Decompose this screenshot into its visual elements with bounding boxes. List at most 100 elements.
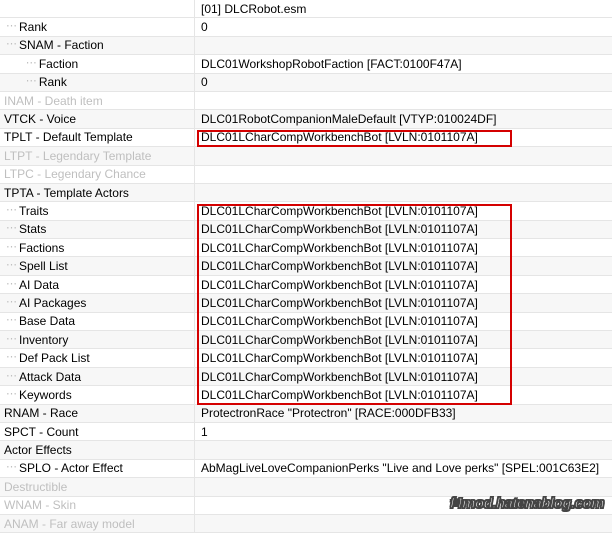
field-value-cell[interactable]: DLC01LCharCompWorkbenchBot [LVLN:0101107… — [195, 294, 612, 312]
field-label: Inventory — [19, 333, 68, 347]
field-label-cell[interactable]: ⋯Rank — [0, 18, 195, 36]
field-value-cell[interactable] — [195, 147, 612, 165]
field-label: WNAM - Skin — [4, 498, 76, 512]
field-value-cell[interactable]: DLC01LCharCompWorkbenchBot [LVLN:0101107… — [195, 276, 612, 294]
field-label-cell[interactable]: ⋯Rank — [0, 74, 195, 92]
field-label-cell[interactable]: INAM - Death item — [0, 92, 195, 110]
field-label-cell[interactable]: VTCK - Voice — [0, 110, 195, 128]
field-value-cell[interactable]: AbMagLiveLoveCompanionPerks "Live and Lo… — [195, 460, 612, 478]
field-label: Faction — [39, 57, 78, 71]
field-value: ProtectronRace "Protectron" [RACE:000DFB… — [201, 406, 456, 420]
field-label-cell[interactable]: ⋯Spell List — [0, 257, 195, 275]
header-label-cell — [0, 0, 195, 18]
field-value-cell[interactable]: 1 — [195, 423, 612, 441]
field-value-cell[interactable] — [195, 441, 612, 459]
field-label-cell[interactable]: Destructible — [0, 478, 195, 496]
plugin-name: [01] DLCRobot.esm — [201, 2, 306, 16]
field-value-cell[interactable] — [195, 478, 612, 496]
field-label: Base Data — [19, 314, 75, 328]
field-value-cell[interactable]: DLC01LCharCompWorkbenchBot [LVLN:0101107… — [195, 257, 612, 275]
field-label: Keywords — [19, 388, 72, 402]
field-value-cell[interactable]: DLC01LCharCompWorkbenchBot [LVLN:0101107… — [195, 202, 612, 220]
field-value: DLC01LCharCompWorkbenchBot [LVLN:0101107… — [201, 204, 478, 218]
field-label-cell[interactable]: TPLT - Default Template — [0, 129, 195, 147]
field-label: Actor Effects — [4, 443, 72, 457]
field-label-cell[interactable]: ⋯Def Pack List — [0, 349, 195, 367]
field-value-cell[interactable]: DLC01LCharCompWorkbenchBot [LVLN:0101107… — [195, 368, 612, 386]
field-value-cell[interactable]: DLC01LCharCompWorkbenchBot [LVLN:0101107… — [195, 349, 612, 367]
field-value-cell[interactable]: DLC01LCharCompWorkbenchBot [LVLN:0101107… — [195, 386, 612, 404]
field-value-cell[interactable]: DLC01LCharCompWorkbenchBot [LVLN:0101107… — [195, 331, 612, 349]
field-label: Traits — [19, 204, 49, 218]
field-label-cell[interactable]: ⋯SPLO - Actor Effect — [0, 460, 195, 478]
field-label: VTCK - Voice — [4, 112, 76, 126]
field-label-cell[interactable]: TPTA - Template Actors — [0, 184, 195, 202]
field-value-cell[interactable]: DLC01WorkshopRobotFaction [FACT:0100F47A… — [195, 55, 612, 73]
field-label: LTPT - Legendary Template — [4, 149, 151, 163]
field-label: Stats — [19, 222, 46, 236]
field-label-cell[interactable]: WNAM - Skin — [0, 497, 195, 515]
field-value-cell[interactable]: DLC01LCharCompWorkbenchBot [LVLN:0101107… — [195, 313, 612, 331]
field-label-cell[interactable]: ⋯Keywords — [0, 386, 195, 404]
field-value-cell[interactable]: ProtectronRace "Protectron" [RACE:000DFB… — [195, 405, 612, 423]
field-label: RNAM - Race — [4, 406, 78, 420]
field-label-cell[interactable]: ⋯Faction — [0, 55, 195, 73]
field-label-cell[interactable]: ⋯Factions — [0, 239, 195, 257]
field-label: SPCT - Count — [4, 425, 78, 439]
field-value-cell[interactable] — [195, 166, 612, 184]
field-value-cell[interactable]: 0 — [195, 74, 612, 92]
field-label-cell[interactable]: RNAM - Race — [0, 405, 195, 423]
field-label: INAM - Death item — [4, 94, 103, 108]
field-label: AI Data — [19, 278, 59, 292]
field-value: DLC01LCharCompWorkbenchBot [LVLN:0101107… — [201, 259, 478, 273]
field-value-cell[interactable]: DLC01LCharCompWorkbenchBot [LVLN:0101107… — [195, 239, 612, 257]
field-value: DLC01LCharCompWorkbenchBot [LVLN:0101107… — [201, 130, 478, 144]
field-value: DLC01LCharCompWorkbenchBot [LVLN:0101107… — [201, 388, 478, 402]
field-label-cell[interactable]: ⋯AI Data — [0, 276, 195, 294]
field-label-cell[interactable]: ⋯Base Data — [0, 313, 195, 331]
header-plugin-cell[interactable]: [01] DLCRobot.esm — [195, 0, 612, 18]
field-value: DLC01LCharCompWorkbenchBot [LVLN:0101107… — [201, 278, 478, 292]
field-value-cell[interactable]: DLC01LCharCompWorkbenchBot [LVLN:0101107… — [195, 129, 612, 147]
field-label-cell[interactable]: ⋯AI Packages — [0, 294, 195, 312]
field-label: Def Pack List — [19, 351, 90, 365]
field-label: LTPC - Legendary Chance — [4, 167, 146, 181]
field-label: Attack Data — [19, 370, 81, 384]
field-value: DLC01LCharCompWorkbenchBot [LVLN:0101107… — [201, 296, 478, 310]
field-value: 0 — [201, 75, 208, 89]
field-value: DLC01LCharCompWorkbenchBot [LVLN:0101107… — [201, 333, 478, 347]
field-label-cell[interactable]: ⋯Inventory — [0, 331, 195, 349]
field-label: SPLO - Actor Effect — [19, 461, 123, 475]
field-label: Destructible — [4, 480, 67, 494]
field-label: AI Packages — [19, 296, 86, 310]
field-value: DLC01LCharCompWorkbenchBot [LVLN:0101107… — [201, 222, 478, 236]
field-value-cell[interactable] — [195, 92, 612, 110]
field-label: TPLT - Default Template — [4, 130, 133, 144]
field-label-cell[interactable]: LTPT - Legendary Template — [0, 147, 195, 165]
field-label: Rank — [19, 20, 47, 34]
field-value: DLC01LCharCompWorkbenchBot [LVLN:0101107… — [201, 370, 478, 384]
field-value: DLC01LCharCompWorkbenchBot [LVLN:0101107… — [201, 351, 478, 365]
field-label-cell[interactable]: ⋯Attack Data — [0, 368, 195, 386]
field-label-cell[interactable]: Actor Effects — [0, 441, 195, 459]
field-label: Spell List — [19, 259, 68, 273]
field-label: SNAM - Faction — [19, 38, 104, 52]
field-value: AbMagLiveLoveCompanionPerks "Live and Lo… — [201, 461, 599, 475]
field-label: Factions — [19, 241, 64, 255]
field-label-cell[interactable]: SPCT - Count — [0, 423, 195, 441]
field-label-cell[interactable]: ⋯Traits — [0, 202, 195, 220]
field-value: DLC01LCharCompWorkbenchBot [LVLN:0101107… — [201, 241, 478, 255]
field-value-cell[interactable] — [195, 184, 612, 202]
field-value: 1 — [201, 425, 208, 439]
field-value-cell[interactable]: DLC01RobotCompanionMaleDefault [VTYP:010… — [195, 110, 612, 128]
field-label-cell[interactable]: ⋯SNAM - Faction — [0, 37, 195, 55]
field-label-cell[interactable]: LTPC - Legendary Chance — [0, 166, 195, 184]
field-value-cell[interactable]: DLC01LCharCompWorkbenchBot [LVLN:0101107… — [195, 221, 612, 239]
field-value-cell[interactable] — [195, 37, 612, 55]
field-value: DLC01WorkshopRobotFaction [FACT:0100F47A… — [201, 57, 462, 71]
record-grid: [01] DLCRobot.esm ⋯Rank0⋯SNAM - Faction … — [0, 0, 612, 533]
field-value: 0 — [201, 20, 208, 34]
watermark: f4mod.hatenablog.com — [450, 495, 604, 512]
field-label-cell[interactable]: ⋯Stats — [0, 221, 195, 239]
field-value-cell[interactable]: 0 — [195, 18, 612, 36]
